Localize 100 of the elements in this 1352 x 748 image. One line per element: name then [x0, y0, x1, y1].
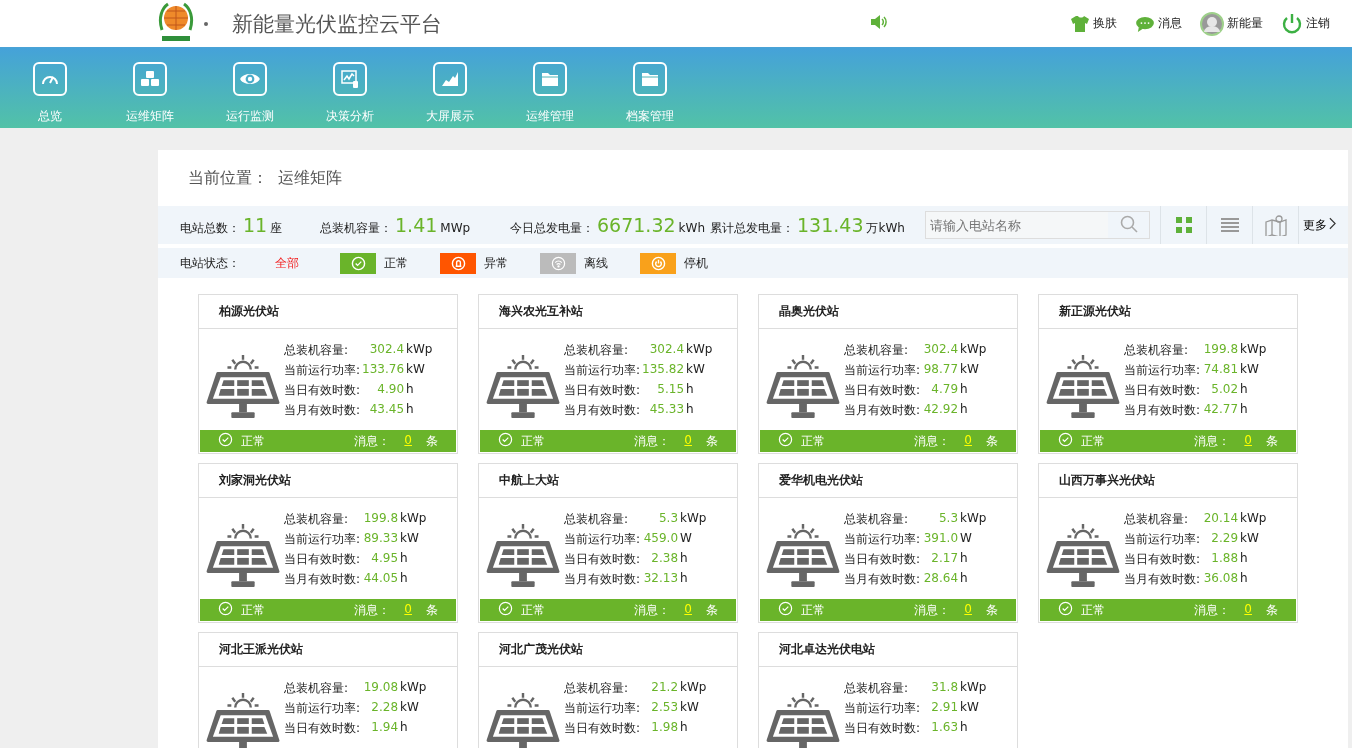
- nav-link[interactable]: 总览: [38, 108, 62, 125]
- message-unit: 条: [1266, 432, 1278, 450]
- metric-label: 总装机容量:: [1124, 511, 1190, 528]
- status-label: 正常: [801, 432, 825, 450]
- message-unit: 条: [986, 601, 998, 619]
- status-label: 正常: [521, 432, 545, 450]
- metric-unit: kW: [400, 531, 420, 547]
- more-button[interactable]: 更多: [1298, 206, 1348, 244]
- message-count[interactable]: 0: [678, 432, 698, 450]
- stat-unit: 万kWh: [866, 219, 905, 237]
- metric-value: 1.63: [930, 720, 959, 736]
- filter-label: 电站状态：: [180, 254, 241, 272]
- metric-label: 总装机容量:: [564, 511, 630, 528]
- metric-unit: kW: [1240, 531, 1260, 547]
- stat-unit: MWp: [440, 220, 471, 235]
- metric-value: 19.08: [362, 680, 399, 696]
- metric-value: 4.90: [376, 382, 405, 398]
- message-unit: 条: [426, 432, 438, 450]
- metric-label: 当月有效时数:: [1124, 402, 1201, 419]
- shirt-icon: [1070, 14, 1090, 33]
- message-count[interactable]: 0: [1238, 432, 1258, 450]
- message-label: 消息：: [1194, 601, 1231, 619]
- metric-unit: h: [1240, 571, 1249, 587]
- stat-unit: 座: [270, 219, 283, 237]
- solar-panel-icon: [766, 352, 840, 420]
- nav-link[interactable]: 运维管理: [526, 108, 574, 125]
- status-label: 正常: [1081, 432, 1105, 450]
- stat-value: 11: [243, 213, 268, 236]
- nav-link[interactable]: 运行监测: [226, 108, 274, 125]
- station-name: 河北卓达光伏电站: [759, 633, 1017, 667]
- stat-label: 今日总发电量：: [510, 219, 594, 237]
- solar-panel-icon: [1046, 521, 1120, 589]
- filter-option[interactable]: 离线: [584, 254, 608, 272]
- filter-option[interactable]: 全部: [275, 254, 299, 272]
- station-name: 中航上大站: [479, 464, 737, 498]
- station-name: 海兴农光互补站: [479, 295, 737, 329]
- message-count[interactable]: 0: [1238, 601, 1258, 619]
- metric-value: 98.77: [922, 362, 959, 378]
- metric-value: 302.4: [648, 342, 685, 358]
- metric-value: 4.95: [370, 551, 399, 567]
- metric-label: 当日有效时数:: [564, 382, 641, 399]
- filter-option[interactable]: 停机: [684, 254, 708, 272]
- metric-value: 2.53: [650, 700, 679, 716]
- metric-label: 当日有效时数:: [564, 720, 641, 737]
- message-label: 消息：: [914, 432, 951, 450]
- solar-panel-icon: [206, 352, 280, 420]
- metric-label: 当月有效时数:: [564, 571, 641, 588]
- metric-value: 459.0: [642, 531, 679, 547]
- nav-link[interactable]: 运维矩阵: [126, 108, 174, 125]
- breadcrumb-current: 运维矩阵: [278, 167, 342, 189]
- message-unit: 条: [706, 432, 718, 450]
- message-count[interactable]: 0: [678, 601, 698, 619]
- header-link[interactable]: 消息: [1158, 15, 1182, 32]
- nav-link[interactable]: 决策分析: [326, 108, 374, 125]
- station-name: 刘家洞光伏站: [199, 464, 457, 498]
- metric-value: 2.17: [930, 551, 959, 567]
- message-count[interactable]: 0: [398, 432, 418, 450]
- filter-option[interactable]: 正常: [384, 254, 408, 272]
- filter-option[interactable]: 异常: [484, 254, 508, 272]
- station-name: 柏源光伏站: [199, 295, 457, 329]
- metric-value: 43.45: [368, 402, 405, 418]
- metric-label: 当日有效时数:: [1124, 382, 1201, 399]
- user-name[interactable]: 新能量: [1227, 15, 1263, 32]
- status-label: 正常: [801, 601, 825, 619]
- metric-value: 44.05: [362, 571, 399, 587]
- metric-unit: h: [960, 720, 969, 736]
- message-count[interactable]: 0: [958, 432, 978, 450]
- stat-value: 131.43: [797, 213, 864, 236]
- header-link[interactable]: 注销: [1306, 15, 1330, 32]
- metric-value: 4.79: [930, 382, 959, 398]
- status-label: 正常: [241, 432, 265, 450]
- stat-value: 1.41: [395, 213, 438, 236]
- metric-value: 42.77: [1202, 402, 1239, 418]
- metric-unit: h: [686, 402, 695, 418]
- metric-unit: h: [960, 571, 969, 587]
- app-title: 新能量光伏监控云平台: [232, 10, 442, 38]
- message-count[interactable]: 0: [958, 601, 978, 619]
- metric-value: 5.3: [937, 511, 959, 527]
- metric-unit: h: [680, 720, 689, 736]
- metric-value: 199.8: [1202, 342, 1239, 358]
- message-label: 消息：: [634, 432, 671, 450]
- metric-unit: h: [406, 382, 415, 398]
- metric-label: 总装机容量:: [844, 342, 910, 359]
- chat-icon: [1135, 15, 1155, 32]
- metric-value: 302.4: [922, 342, 959, 358]
- metric-label: 当月有效时数:: [844, 571, 921, 588]
- nav-link[interactable]: 档案管理: [626, 108, 674, 125]
- solar-panel-icon: [206, 521, 280, 589]
- header-link[interactable]: 换肤: [1093, 15, 1117, 32]
- metric-label: 总装机容量:: [284, 511, 350, 528]
- message-label: 消息：: [1194, 432, 1231, 450]
- nav-link[interactable]: 大屏展示: [426, 108, 474, 125]
- message-unit: 条: [1266, 601, 1278, 619]
- station-name: 晶奥光伏站: [759, 295, 1017, 329]
- status-label: 正常: [1081, 601, 1105, 619]
- metric-value: 1.94: [370, 720, 399, 736]
- metric-label: 当日有效时数:: [284, 551, 361, 568]
- message-count[interactable]: 0: [398, 601, 418, 619]
- metric-label: 当日有效时数:: [564, 551, 641, 568]
- metric-value: 42.92: [922, 402, 959, 418]
